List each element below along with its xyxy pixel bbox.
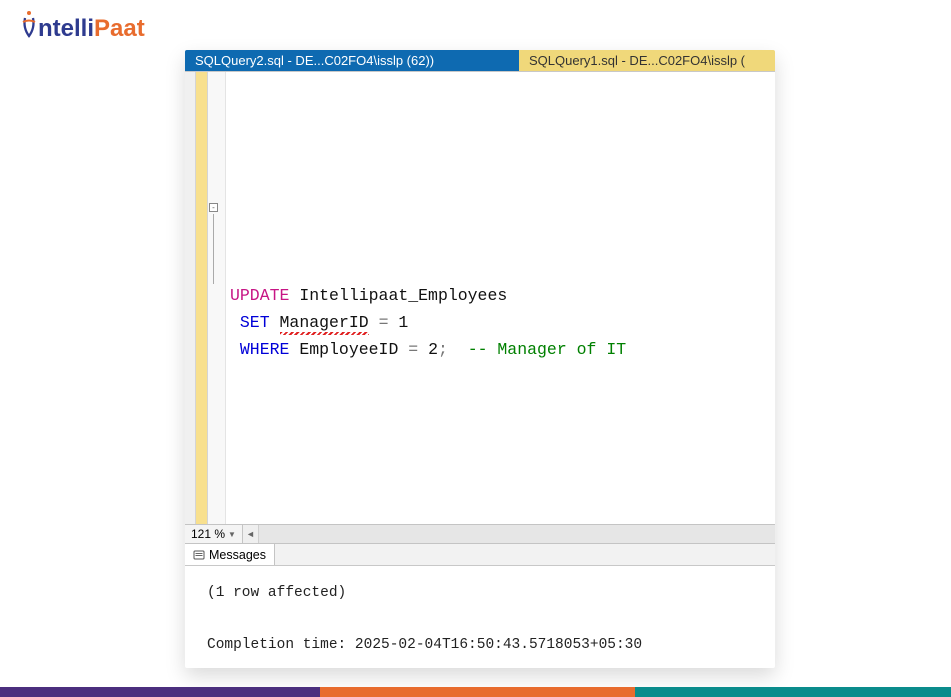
- footer-bars: [0, 687, 951, 697]
- brand-text-right: Paat: [94, 15, 145, 42]
- kw-set: SET: [240, 313, 270, 332]
- horizontal-scrollbar[interactable]: [259, 525, 775, 543]
- zoom-selector[interactable]: 121 % ▼: [185, 525, 243, 543]
- col-employeeid: EmployeeID: [299, 340, 398, 359]
- brand-text-left: ntelli: [38, 15, 94, 42]
- messages-tab-label: Messages: [209, 548, 266, 562]
- messages-icon: [193, 549, 205, 561]
- footer-bar-purple: [0, 687, 320, 697]
- tab-sqlquery1[interactable]: SQLQuery1.sql - DE...C02FO4\isslp (: [519, 50, 775, 71]
- kw-where: WHERE: [240, 340, 290, 359]
- kw-update: UPDATE: [230, 286, 289, 305]
- chevron-down-icon: ▼: [228, 530, 236, 539]
- eq1: =: [379, 313, 389, 332]
- collapse-strip: [185, 72, 196, 524]
- collapse-line: [213, 214, 214, 284]
- table-name: Intellipaat_Employees: [299, 286, 507, 305]
- rows-affected-text: (1 row affected): [207, 580, 765, 606]
- messages-tabbar: Messages: [185, 544, 775, 566]
- collapse-toggle[interactable]: -: [209, 203, 218, 212]
- messages-panel: (1 row affected) Completion time: 2025-0…: [185, 566, 775, 668]
- brand-logo: ntelliPaat: [20, 8, 145, 43]
- col-managerid: ManagerID: [280, 309, 369, 336]
- footer-bar-teal: [635, 687, 951, 697]
- editor-window: SQLQuery2.sql - DE...C02FO4\isslp (62)) …: [185, 50, 775, 668]
- footer-bar-orange: [320, 687, 635, 697]
- tabs-bar: SQLQuery2.sql - DE...C02FO4\isslp (62)) …: [185, 50, 775, 72]
- zoom-bar: 121 % ▼ ◄: [185, 524, 775, 544]
- val1: 1: [398, 313, 408, 332]
- scroll-left-button[interactable]: ◄: [243, 525, 259, 543]
- zoom-value: 121 %: [191, 527, 225, 541]
- comment: -- Manager of IT: [468, 340, 626, 359]
- val2: 2: [428, 340, 438, 359]
- semicolon: ;: [438, 340, 448, 359]
- code-editor[interactable]: UPDATE Intellipaat_Employees SET Manager…: [226, 72, 775, 524]
- eq2: =: [408, 340, 418, 359]
- change-indicator-strip: [196, 72, 208, 524]
- brand-icon: [20, 10, 38, 38]
- tab-sqlquery2[interactable]: SQLQuery2.sql - DE...C02FO4\isslp (62)): [185, 50, 519, 71]
- gutter: -: [208, 72, 226, 524]
- messages-tab[interactable]: Messages: [185, 544, 275, 565]
- completion-time-text: Completion time: 2025-02-04T16:50:43.571…: [207, 632, 765, 658]
- editor-body: - UPDATE Intellipaat_Employees SET Manag…: [185, 72, 775, 524]
